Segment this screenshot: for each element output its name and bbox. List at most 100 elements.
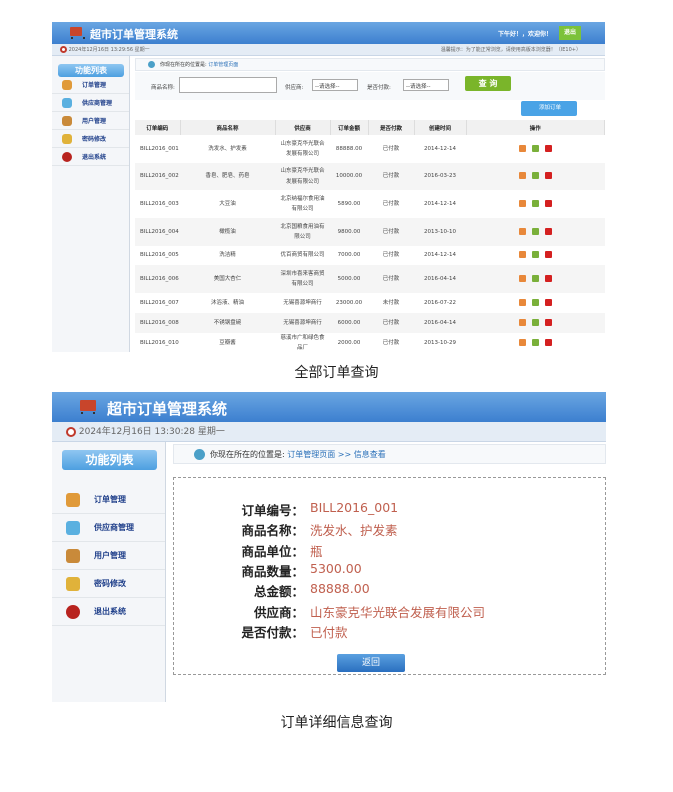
app-header: 超市订单管理系统 — [52, 392, 606, 422]
edit-icon[interactable] — [531, 199, 539, 207]
actions — [466, 135, 605, 163]
sidebar-item-4[interactable]: 退出系统 — [52, 598, 165, 626]
search-button[interactable]: 查 询 — [465, 76, 511, 91]
cell: 已付款 — [382, 340, 400, 347]
detail-field: 订单编号： BILL2016_001 — [174, 500, 606, 519]
breadcrumb-page[interactable]: 订单管理页面 — [208, 61, 238, 68]
view-icon[interactable] — [518, 339, 526, 347]
edit-icon[interactable] — [531, 144, 539, 152]
sidebar-item-3[interactable]: 密码修改 — [52, 570, 165, 598]
user-icon — [66, 548, 80, 563]
datetime: 2024年12月16日 13:29:56 星期一 — [68, 47, 150, 53]
delete-icon[interactable] — [544, 144, 552, 152]
edit-icon[interactable] — [531, 274, 539, 282]
edit-icon[interactable] — [531, 227, 539, 235]
status-bar: 2024年12月16日 13:29:56 星期一 温馨提示：为了能正常浏览，请使… — [52, 44, 605, 56]
sidebar-item-label: 密码修改 — [94, 579, 126, 588]
breadcrumb-page[interactable]: 订单管理页面 >> 信息查看 — [287, 449, 386, 460]
delete-icon[interactable] — [544, 227, 552, 235]
actions — [466, 333, 605, 352]
logout-button[interactable]: 退出 — [559, 26, 581, 40]
delete-icon[interactable] — [544, 298, 552, 306]
delete-icon[interactable] — [544, 251, 552, 259]
sidebar-item-0[interactable]: 订单管理 — [52, 486, 165, 514]
password-icon — [66, 576, 80, 591]
field-value: 山东豪克华光联合发展有限公司 — [310, 604, 486, 620]
cell: 优百商贸有限公司 — [280, 252, 325, 259]
actions — [466, 265, 605, 293]
delete-icon[interactable] — [544, 172, 552, 180]
table-row: BILL2016_004 橄榄油 北京国粮食用油有限公司 9800.00 已付款 2013… — [135, 218, 605, 246]
back-button[interactable]: 返回 — [337, 654, 405, 672]
cell: 豆瓣酱 — [219, 340, 236, 347]
field-value: 瓶 — [310, 543, 323, 559]
cell: 88888.00 — [335, 145, 363, 152]
view-icon[interactable] — [518, 144, 526, 152]
cell: 23000.00 — [335, 299, 363, 306]
view-icon[interactable] — [518, 199, 526, 207]
provider-icon — [66, 520, 80, 535]
cell: 10000.00 — [330, 163, 368, 190]
cell: BILL2016_007 — [140, 299, 179, 306]
app-title: 超市订单管理系统 — [90, 28, 178, 41]
edit-icon[interactable] — [531, 298, 539, 306]
cart-icon — [70, 27, 85, 39]
status-bar: 2024年12月16日 13:30:28 星期一 — [52, 422, 606, 442]
table-row: BILL2016_001 洗发水、护发素 山东豪克华光联合发展有限公司 88888.0… — [135, 135, 605, 163]
sidebar-item-2[interactable]: 用户管理 — [52, 542, 165, 570]
view-icon[interactable] — [518, 251, 526, 259]
cell: 已付款 — [382, 200, 400, 207]
sidebar-item-0[interactable]: 订单管理 — [52, 76, 129, 94]
cell: BILL2016_006 — [135, 265, 180, 293]
menu-title: 功能列表 — [62, 450, 157, 470]
edit-icon[interactable] — [531, 172, 539, 180]
edit-icon[interactable] — [531, 339, 539, 347]
datetime: 2024年12月16日 13:30:28 星期一 — [78, 427, 225, 437]
view-icon[interactable] — [518, 227, 526, 235]
sidebar-item-2[interactable]: 用户管理 — [52, 112, 129, 130]
paid-select[interactable]: --请选择-- — [403, 79, 449, 91]
cell: BILL2016_008 — [135, 313, 180, 333]
delete-icon[interactable] — [544, 318, 552, 326]
cell: 橄榄油 — [180, 218, 275, 246]
view-icon[interactable] — [518, 318, 526, 326]
cell: 2000.00 — [337, 340, 361, 347]
column-header: 创建时间 — [414, 120, 467, 135]
table-row: BILL2016_006 美国大杏仁 深圳市喜来客商贸有限公司 5000.00 已付款 2… — [135, 265, 605, 293]
sidebar-item-4[interactable]: 退出系统 — [52, 148, 129, 166]
edit-icon[interactable] — [531, 251, 539, 259]
delete-icon[interactable] — [544, 199, 552, 207]
table-row: BILL2016_003 大豆油 北京纳福尔食用油有限公司 5890.00 已付款 201… — [135, 190, 605, 218]
sidebar-item-1[interactable]: 供应商管理 — [52, 514, 165, 542]
table-row: BILL2016_007 沐浴液、精油 无锡喜源坤商行 23000.00 未付款 2016… — [135, 293, 605, 313]
edit-icon[interactable] — [531, 318, 539, 326]
delete-icon[interactable] — [544, 274, 552, 282]
greeting: 下午好！，欢迎你！ — [498, 31, 553, 38]
sidebar-item-label: 用户管理 — [82, 118, 107, 125]
actions — [466, 246, 605, 265]
field-label: 商品单位： — [241, 543, 304, 559]
add-order-button[interactable]: 添加订单 — [521, 101, 577, 116]
caption-list: 全部订单查询 — [294, 365, 379, 381]
cell: BILL2016_010 — [140, 340, 179, 347]
provider-select[interactable]: --请选择-- — [312, 79, 358, 91]
view-icon[interactable] — [518, 274, 526, 282]
actions — [466, 293, 605, 313]
sidebar-item-3[interactable]: 密码修改 — [52, 130, 129, 148]
order-detail-screenshot: 超市订单管理系统 2024年12月16日 13:30:28 星期一 功能列表 订… — [52, 392, 606, 702]
detail-field: 总金额： 88888.00 — [174, 581, 606, 600]
breadcrumb: 你现在所在的位置是: 订单管理页面 >> 信息查看 — [173, 444, 606, 464]
product-name-input[interactable] — [179, 77, 277, 93]
view-icon[interactable] — [518, 172, 526, 180]
home-icon — [148, 61, 155, 68]
detail-field: 是否付款： 已付款 — [174, 622, 606, 641]
sidebar-item-label: 用户管理 — [94, 551, 126, 560]
cell: 慈溪市广和绿色食品厂 — [280, 335, 325, 352]
view-icon[interactable] — [518, 298, 526, 306]
delete-icon[interactable] — [544, 339, 552, 347]
cell: 洗发水、护发素 — [208, 145, 247, 152]
password-icon — [62, 133, 72, 144]
cell: 山东豪克华光联合发展有限公司 — [280, 140, 325, 157]
table-row: BILL2016_008 不锈钢盘碗 无锡喜源坤商行 6000.00 已付款 2016-0… — [135, 313, 605, 333]
sidebar-item-1[interactable]: 供应商管理 — [52, 94, 129, 112]
